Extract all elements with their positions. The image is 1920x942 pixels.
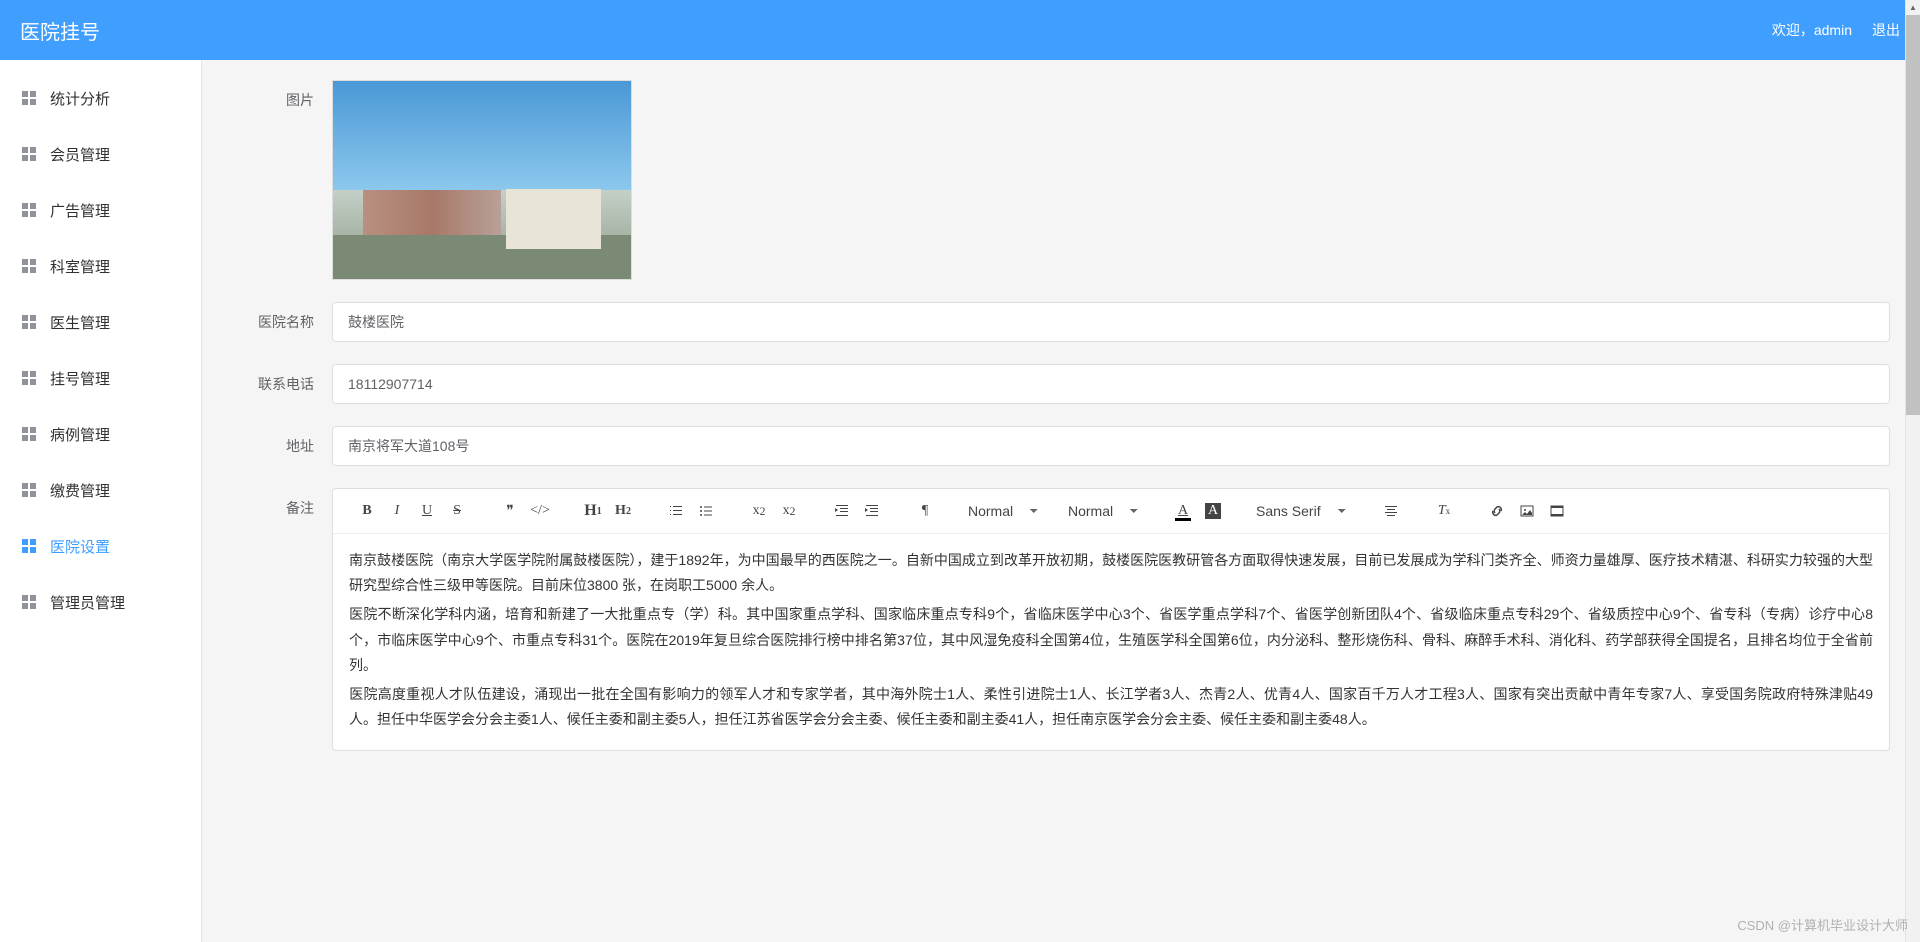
italic-button[interactable]: I (383, 497, 411, 525)
sidebar-item-hospital-settings[interactable]: 医院设置 (0, 518, 201, 574)
font-select[interactable]: Sans Serif (1252, 498, 1352, 524)
code-button[interactable]: </> (526, 497, 554, 525)
sidebar-item-cases[interactable]: 病例管理 (0, 406, 201, 462)
scroll-up-icon[interactable]: ▲ (1906, 0, 1920, 15)
clear-format-button[interactable]: Tx (1430, 497, 1458, 525)
grid-icon (20, 145, 38, 163)
header-right: 欢迎，admin 退出 (1772, 20, 1900, 40)
sidebar-item-members[interactable]: 会员管理 (0, 126, 201, 182)
main-content: 图片 医院名称 联系电话 地址 (202, 60, 1920, 942)
sidebar: 统计分析 会员管理 广告管理 科室管理 医生管理 挂号管理 病例管理 缴费管理 (0, 60, 202, 942)
h1-button[interactable]: H1 (579, 497, 607, 525)
editor-toolbar: B I U S ❞ </> H1 H2 (333, 489, 1889, 534)
label-address: 地址 (232, 436, 332, 456)
h2-button[interactable]: H2 (609, 497, 637, 525)
app-title: 医院挂号 (20, 16, 100, 45)
unordered-list-button[interactable] (692, 497, 720, 525)
video-button[interactable] (1543, 497, 1571, 525)
header: 医院挂号 欢迎，admin 退出 (0, 0, 1920, 60)
image-button[interactable] (1513, 497, 1541, 525)
text-color-button[interactable]: A (1169, 497, 1197, 525)
bold-button[interactable]: B (353, 497, 381, 525)
rtl-button[interactable]: ¶ (911, 497, 939, 525)
hospital-address-input[interactable] (332, 426, 1890, 466)
form-row-phone: 联系电话 (232, 364, 1890, 404)
strikethrough-button[interactable]: S (443, 497, 471, 525)
hospital-photo[interactable] (332, 80, 632, 280)
ordered-list-button[interactable] (662, 497, 690, 525)
sidebar-item-label: 挂号管理 (50, 368, 110, 389)
sidebar-item-doctors[interactable]: 医生管理 (0, 294, 201, 350)
grid-icon (20, 201, 38, 219)
label-remark: 备注 (232, 488, 332, 528)
editor-content[interactable]: 南京鼓楼医院（南京大学医学院附属鼓楼医院），建于1892年，为中国最早的西医院之… (333, 534, 1889, 750)
sidebar-item-payments[interactable]: 缴费管理 (0, 462, 201, 518)
sidebar-item-label: 医院设置 (50, 536, 110, 557)
sidebar-item-label: 缴费管理 (50, 480, 110, 501)
sidebar-item-label: 医生管理 (50, 312, 110, 333)
sidebar-item-departments[interactable]: 科室管理 (0, 238, 201, 294)
form-row-photo: 图片 (232, 80, 1890, 280)
grid-icon (20, 425, 38, 443)
subscript-button[interactable]: x2 (745, 497, 773, 525)
indent-button[interactable] (858, 497, 886, 525)
grid-icon (20, 481, 38, 499)
sidebar-item-admins[interactable]: 管理员管理 (0, 574, 201, 630)
grid-icon (20, 537, 38, 555)
rich-editor: B I U S ❞ </> H1 H2 (332, 488, 1890, 751)
label-name: 医院名称 (232, 312, 332, 332)
size-select[interactable]: Normal (964, 498, 1044, 524)
welcome-text: 欢迎，admin (1772, 20, 1852, 40)
sidebar-item-registrations[interactable]: 挂号管理 (0, 350, 201, 406)
underline-button[interactable]: U (413, 497, 441, 525)
form-row-address: 地址 (232, 426, 1890, 466)
header-select[interactable]: Normal (1064, 498, 1144, 524)
scrollbar-thumb[interactable] (1906, 15, 1920, 415)
form-row-remark: 备注 B I U S ❞ </> (232, 488, 1890, 751)
hospital-name-input[interactable] (332, 302, 1890, 342)
sidebar-item-label: 会员管理 (50, 144, 110, 165)
sidebar-item-label: 管理员管理 (50, 592, 125, 613)
label-phone: 联系电话 (232, 374, 332, 394)
grid-icon (20, 593, 38, 611)
label-photo: 图片 (232, 80, 332, 120)
sidebar-item-label: 统计分析 (50, 88, 110, 109)
bg-color-button[interactable]: A (1199, 497, 1227, 525)
grid-icon (20, 89, 38, 107)
sidebar-item-label: 广告管理 (50, 200, 110, 221)
outdent-button[interactable] (828, 497, 856, 525)
align-button[interactable] (1377, 497, 1405, 525)
quote-button[interactable]: ❞ (496, 497, 524, 525)
sidebar-item-stats[interactable]: 统计分析 (0, 70, 201, 126)
grid-icon (20, 313, 38, 331)
superscript-button[interactable]: x2 (775, 497, 803, 525)
sidebar-item-ads[interactable]: 广告管理 (0, 182, 201, 238)
grid-icon (20, 257, 38, 275)
scrollbar[interactable]: ▲ (1905, 0, 1920, 942)
grid-icon (20, 369, 38, 387)
link-button[interactable] (1483, 497, 1511, 525)
logout-link[interactable]: 退出 (1872, 20, 1900, 40)
sidebar-item-label: 科室管理 (50, 256, 110, 277)
sidebar-item-label: 病例管理 (50, 424, 110, 445)
form-row-name: 医院名称 (232, 302, 1890, 342)
hospital-phone-input[interactable] (332, 364, 1890, 404)
